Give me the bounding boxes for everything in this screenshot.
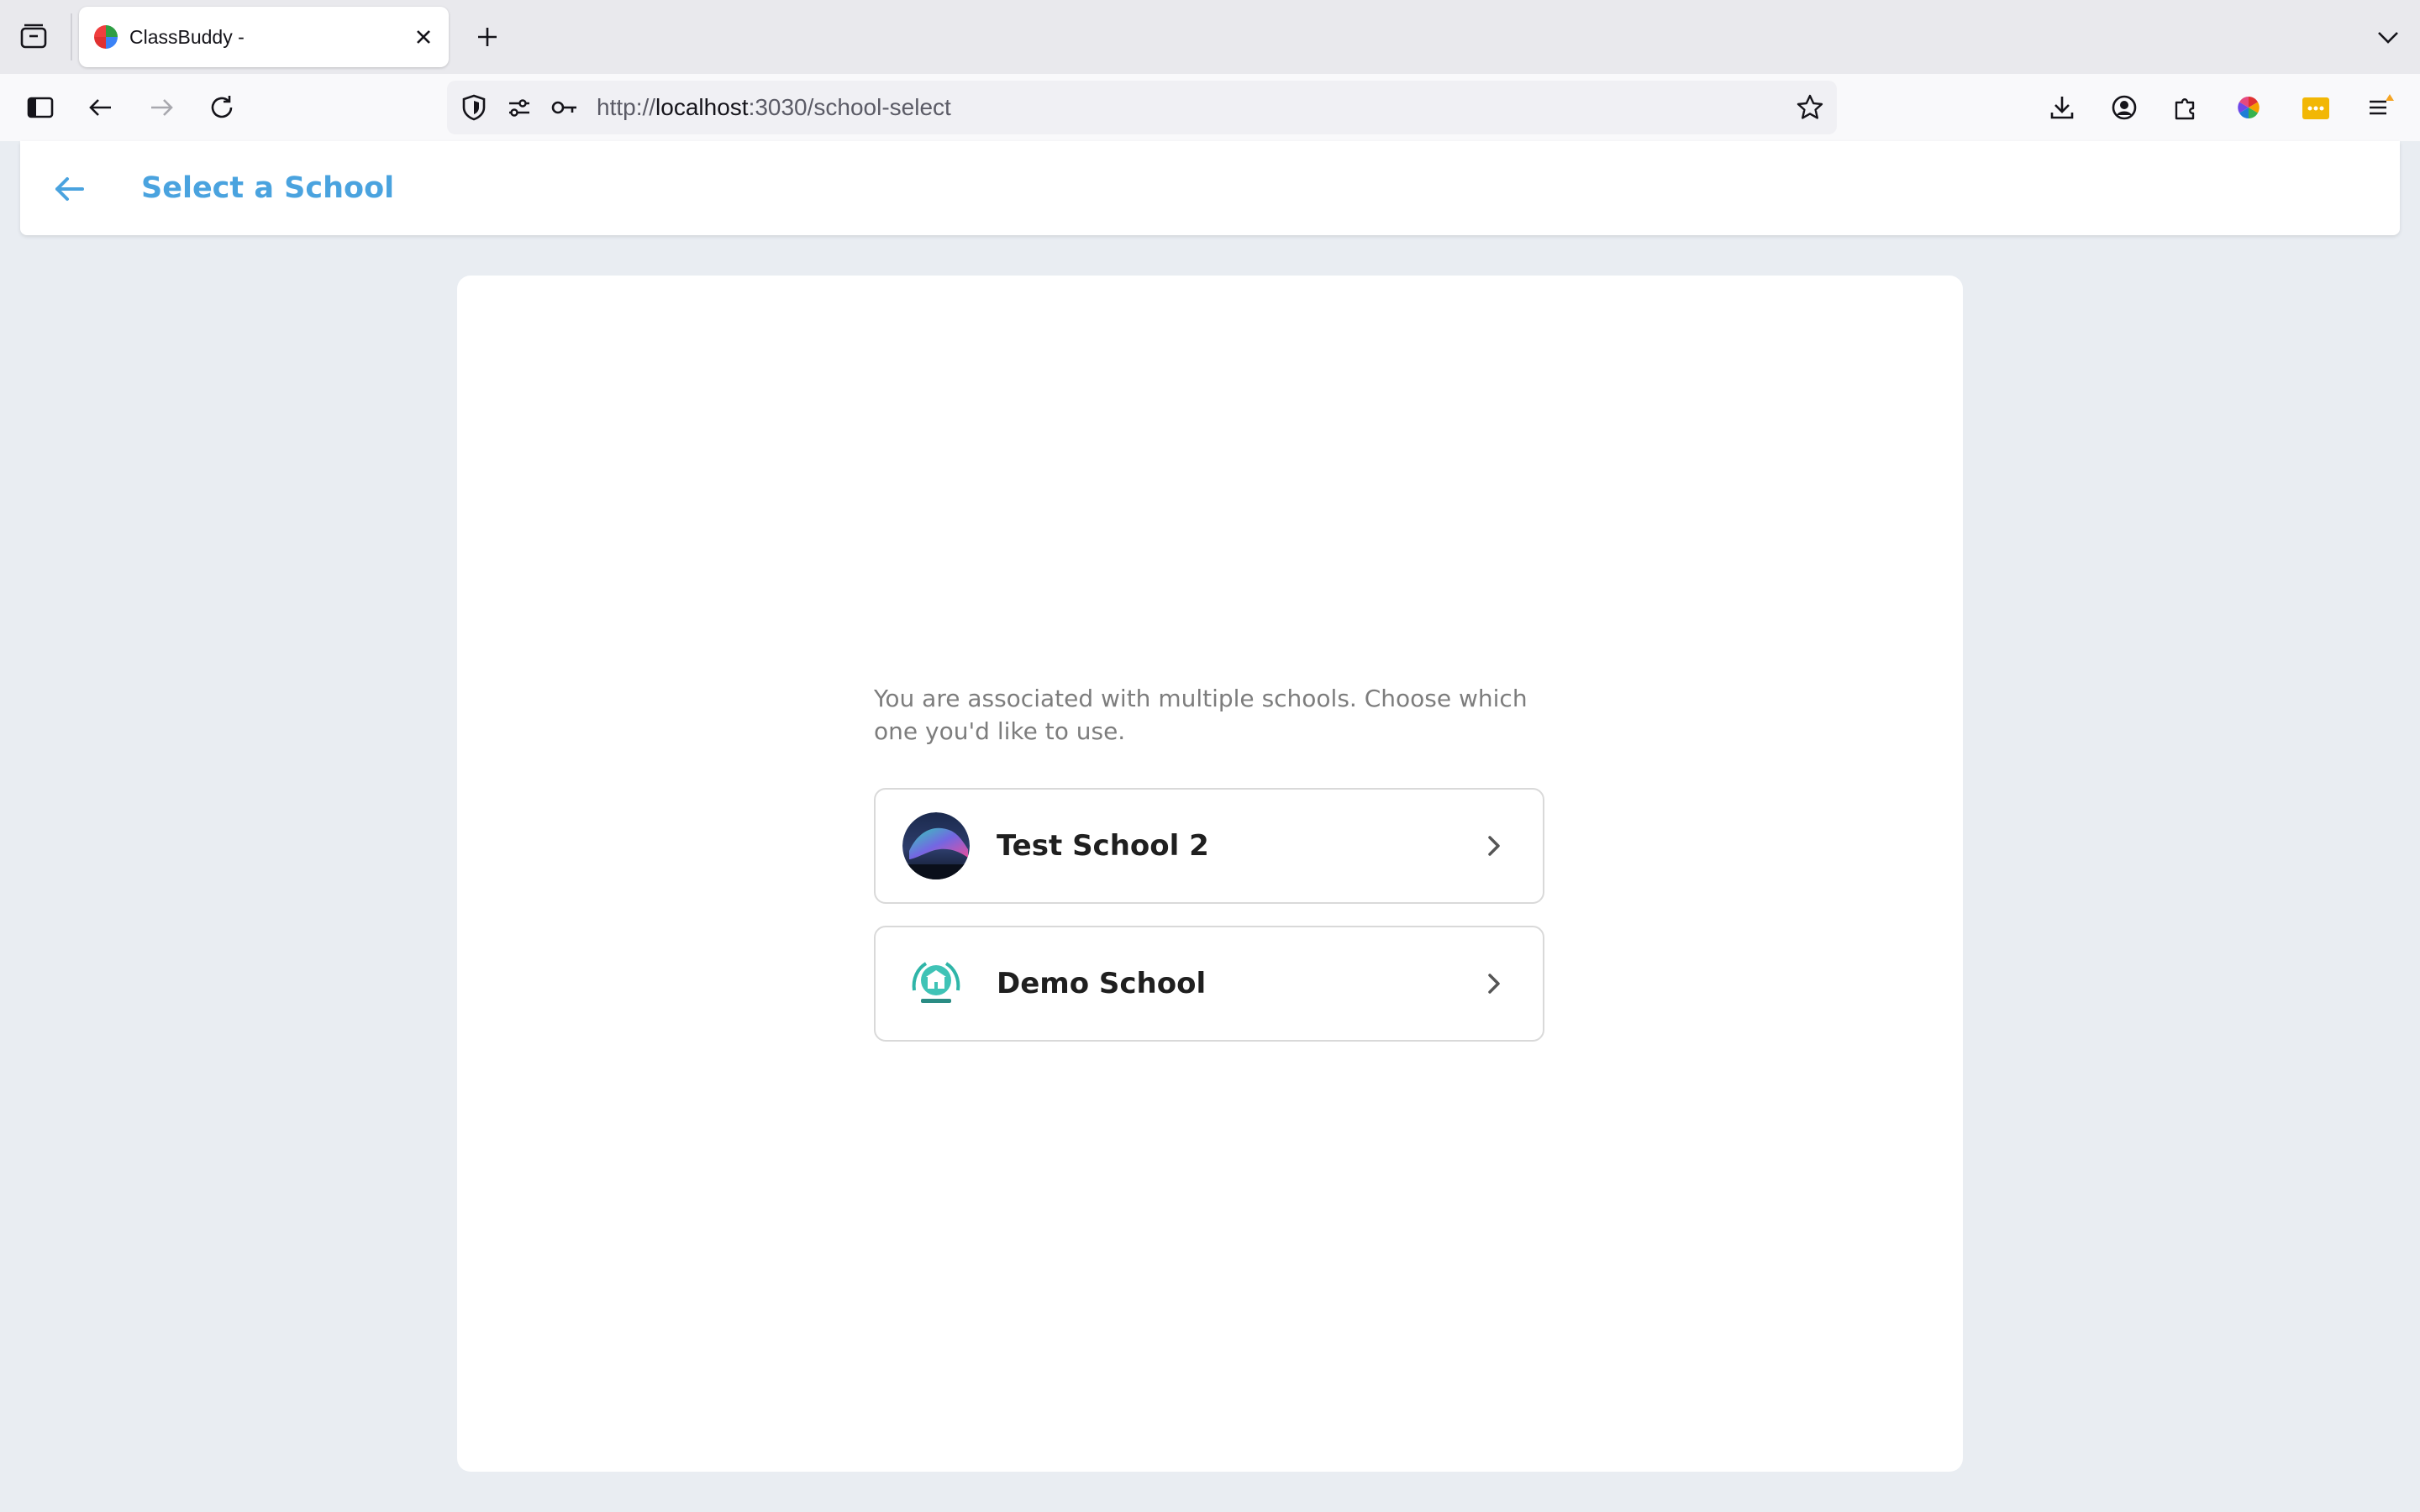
intro-text: You are associated with multiple schools… bbox=[874, 685, 1528, 745]
list-all-tabs-icon[interactable] bbox=[2371, 20, 2405, 54]
color-picker-extension-icon[interactable] bbox=[2232, 91, 2265, 124]
browser-tab-active[interactable]: ClassBuddy - bbox=[79, 7, 449, 67]
reload-icon[interactable] bbox=[205, 91, 239, 124]
url-text[interactable]: http://localhost:3030/school-select bbox=[597, 81, 951, 134]
bookmark-star-icon[interactable] bbox=[1793, 91, 1827, 124]
downloads-icon[interactable] bbox=[2045, 91, 2079, 124]
tab-separator bbox=[71, 13, 72, 60]
sidebar-toggle-icon[interactable] bbox=[24, 91, 57, 124]
browser-toolbar: http://localhost:3030/school-select bbox=[0, 74, 2420, 142]
url-path: :3030/school-select bbox=[748, 94, 951, 120]
password-manager-extension-icon[interactable] bbox=[2299, 91, 2333, 124]
back-arrow-icon[interactable] bbox=[50, 170, 89, 208]
site-permissions-icon[interactable] bbox=[502, 91, 536, 124]
app-header: Select a School bbox=[20, 141, 2400, 235]
forward-arrow-icon[interactable] bbox=[145, 91, 178, 124]
close-tab-icon[interactable] bbox=[410, 24, 437, 50]
page-title: Select a School bbox=[141, 171, 395, 205]
school-select-card: You are associated with multiple schools… bbox=[457, 276, 1963, 1472]
school-emblem-avatar bbox=[902, 950, 970, 1017]
back-arrow-icon[interactable] bbox=[84, 91, 118, 124]
extensions-puzzle-icon[interactable] bbox=[2168, 91, 2202, 124]
aurora-avatar bbox=[902, 812, 970, 879]
account-icon[interactable] bbox=[2107, 91, 2141, 124]
address-bar[interactable]: http://localhost:3030/school-select bbox=[447, 81, 1837, 134]
new-tab-icon[interactable] bbox=[471, 20, 504, 54]
school-name: Demo School bbox=[997, 967, 1207, 1000]
url-scheme: http:// bbox=[597, 94, 656, 120]
browser-tab-strip: ClassBuddy - bbox=[0, 0, 2420, 74]
app-menu-icon[interactable] bbox=[2363, 91, 2396, 124]
tab-overview-icon[interactable] bbox=[17, 20, 50, 54]
chevron-right-icon bbox=[1488, 836, 1500, 856]
school-option-demo-school[interactable]: Demo School bbox=[874, 926, 1544, 1042]
url-host: localhost bbox=[655, 94, 749, 120]
tab-title: ClassBuddy - bbox=[129, 26, 245, 48]
school-option-test-school-2[interactable]: Test School 2 bbox=[874, 788, 1544, 904]
chevron-right-icon bbox=[1488, 974, 1500, 994]
tracking-protection-shield-icon[interactable] bbox=[457, 91, 491, 124]
classbuddy-favicon-icon bbox=[94, 25, 118, 49]
page-content: Select a School You are associated with … bbox=[0, 141, 2420, 1512]
school-name: Test School 2 bbox=[997, 829, 1209, 863]
saved-password-key-icon[interactable] bbox=[548, 91, 581, 124]
